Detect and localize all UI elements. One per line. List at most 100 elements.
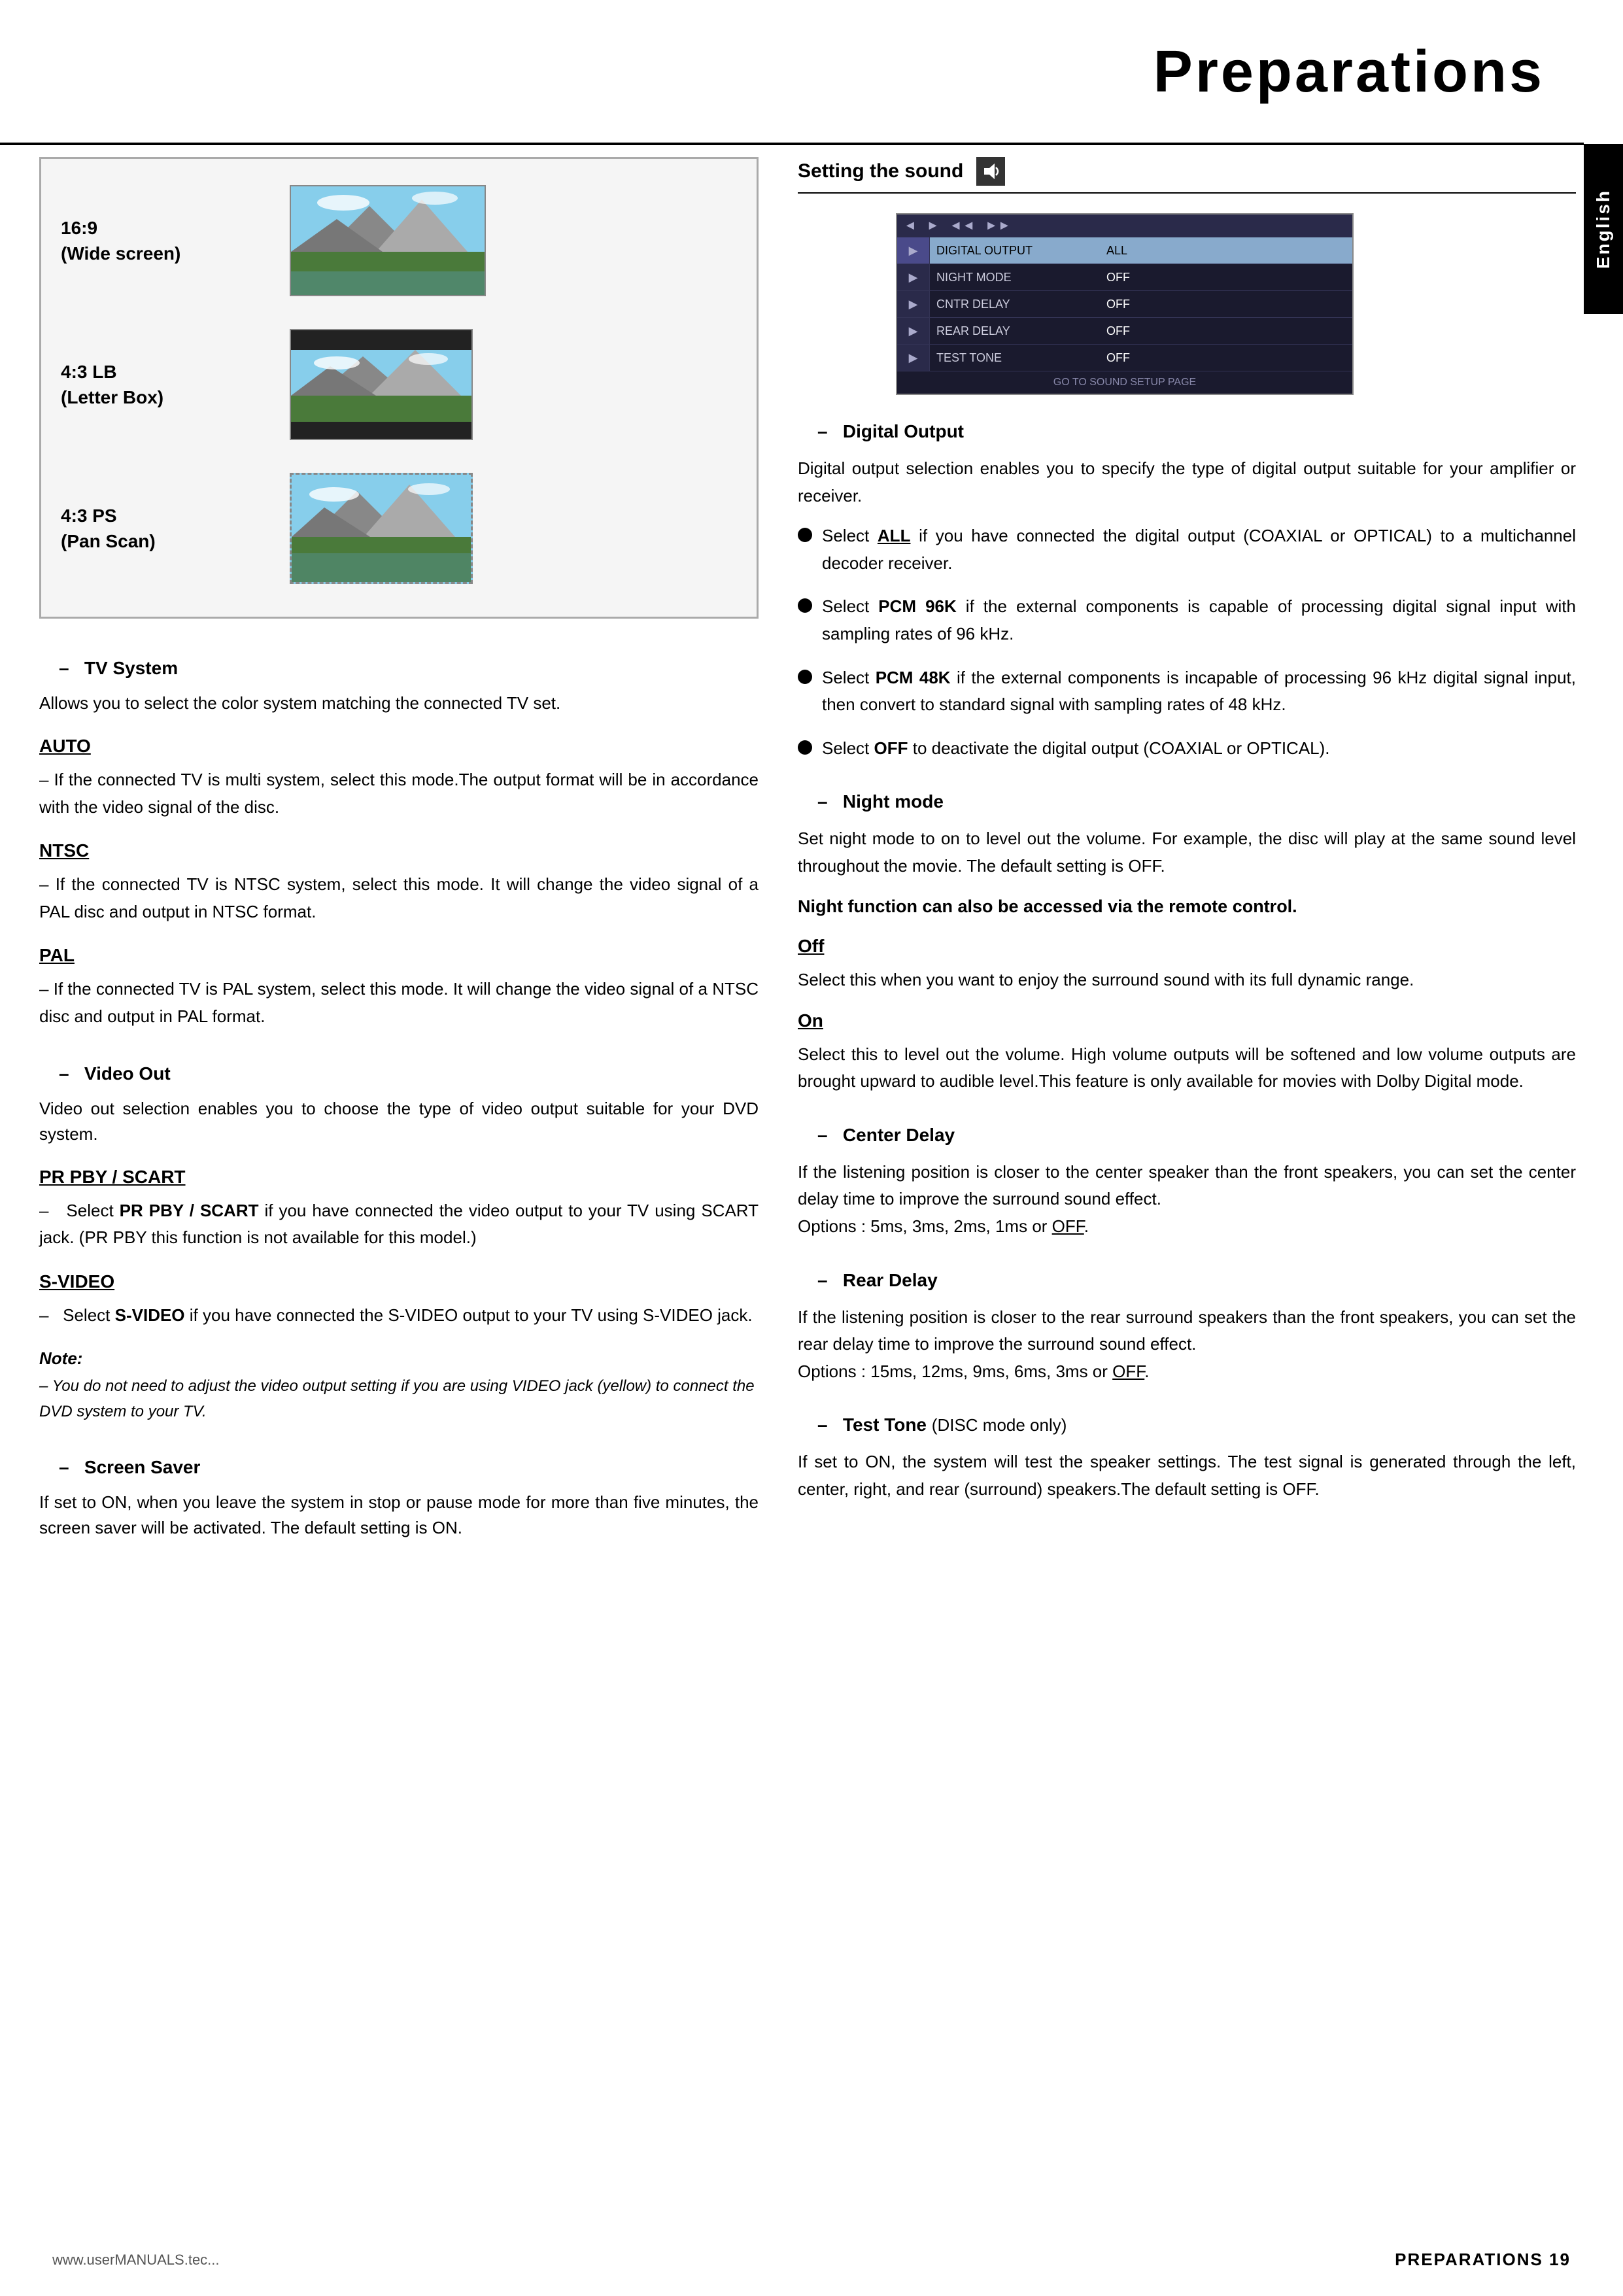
osd-value-3: OFF xyxy=(1100,319,1136,343)
video-out-title: – Video Out xyxy=(39,1063,759,1084)
osd-nav-back: ◄ xyxy=(904,218,917,233)
ntsc-title: NTSC xyxy=(39,840,759,861)
osd-label-1: NIGHT MODE xyxy=(930,266,1100,290)
pal-title: PAL xyxy=(39,945,759,966)
speaker-svg xyxy=(982,162,1000,180)
auto-title: AUTO xyxy=(39,736,759,757)
page-title: Preparations xyxy=(1153,39,1623,106)
digital-output-bullets: Select ALL if you have connected the dig… xyxy=(798,523,1576,762)
osd-screenshot: ◄ ► ◄◄ ►► ▶ DIGITAL OUTPUT ALL ▶ NIGHT M… xyxy=(896,213,1354,395)
osd-nav-prev: ◄◄ xyxy=(949,218,976,233)
note-section: Note: – You do not need to adjust the vi… xyxy=(39,1348,759,1424)
digital-output-intro: Digital output selection enables you to … xyxy=(798,455,1576,509)
osd-row-4: ▶ TEST TONE OFF xyxy=(897,345,1352,371)
test-tone-section: – Test Tone (DISC mode only) If set to O… xyxy=(798,1414,1576,1503)
night-on-text: Select this to level out the volume. Hig… xyxy=(798,1041,1576,1095)
osd-row-2: ▶ CNTR DELAY OFF xyxy=(897,291,1352,318)
auto-text: – If the connected TV is multi system, s… xyxy=(39,766,759,821)
test-tone-title: – Test Tone (DISC mode only) xyxy=(798,1414,1576,1435)
night-off-text: Select this when you want to enjoy the s… xyxy=(798,967,1576,994)
digital-output-title: – Digital Output xyxy=(798,421,1576,442)
center-delay-text: If the listening position is closer to t… xyxy=(798,1159,1576,1241)
aspect-item-169: 16:9 (Wide screen) xyxy=(61,185,737,296)
aspect-image-169 xyxy=(290,185,486,296)
tv-system-body: Allows you to select the color system ma… xyxy=(39,691,759,716)
aspect-item-43ps: 4:3 PS (Pan Scan) xyxy=(61,473,737,584)
bullet-2: Select PCM 48K if the external component… xyxy=(798,664,1576,719)
bullet-text-2: Select PCM 48K if the external component… xyxy=(822,664,1576,719)
rear-delay-title: – Rear Delay xyxy=(798,1270,1576,1291)
osd-row-3: ▶ REAR DELAY OFF xyxy=(897,318,1352,345)
bullet-1: Select PCM 96K if the external component… xyxy=(798,593,1576,647)
osd-row-icon-4: ▶ xyxy=(897,345,930,371)
bullet-dot-1 xyxy=(798,598,812,613)
aspect-label-169: 16:9 (Wide screen) xyxy=(61,215,290,266)
bullet-dot-3 xyxy=(798,740,812,755)
osd-label-3: REAR DELAY xyxy=(930,319,1100,343)
note-text: – You do not need to adjust the video ou… xyxy=(39,1374,759,1424)
osd-nav-forward: ► xyxy=(927,218,940,233)
center-delay-title: – Center Delay xyxy=(798,1125,1576,1146)
page-header: Preparations xyxy=(0,0,1623,144)
osd-row-1: ▶ NIGHT MODE OFF xyxy=(897,264,1352,291)
bullet-text-3: Select OFF to deactivate the digital out… xyxy=(822,735,1576,762)
mountain-svg-169 xyxy=(291,186,486,296)
night-mode-title: – Night mode xyxy=(798,791,1576,812)
svideo-title: S-VIDEO xyxy=(39,1271,759,1292)
aspect-item-43lb: 4:3 LB (Letter Box) xyxy=(61,329,737,440)
language-tab-label: English xyxy=(1593,189,1614,269)
header-rule xyxy=(0,143,1584,145)
osd-value-1: OFF xyxy=(1100,266,1136,290)
bullet-text-1: Select PCM 96K if the external component… xyxy=(822,593,1576,647)
bullet-text-0: Select ALL if you have connected the dig… xyxy=(822,523,1576,577)
osd-value-2: OFF xyxy=(1100,292,1136,317)
screen-saver-title: – Screen Saver xyxy=(39,1457,759,1478)
osd-label-2: CNTR DELAY xyxy=(930,292,1100,317)
sound-header-text: Setting the sound xyxy=(798,160,963,182)
mountain-svg-43ps xyxy=(292,475,472,582)
osd-footer: GO TO SOUND SETUP PAGE xyxy=(897,371,1352,394)
test-tone-text: If set to ON, the system will test the s… xyxy=(798,1448,1576,1503)
page-footer: www.userMANUALS.tec... PREPARATIONS 19 xyxy=(0,2250,1623,2270)
osd-row-icon-0: ▶ xyxy=(897,237,930,264)
prpby-title: PR PBY / SCART xyxy=(39,1167,759,1188)
footer-page: PREPARATIONS 19 xyxy=(1395,2250,1571,2270)
rear-delay-section: – Rear Delay If the listening position i… xyxy=(798,1270,1576,1386)
osd-value-0: ALL xyxy=(1100,239,1134,263)
night-mode-bold-note: Night function can also be accessed via … xyxy=(798,893,1576,920)
aspect-image-43ps xyxy=(290,473,473,584)
bullet-dot-2 xyxy=(798,670,812,684)
svideo-text: – Select S-VIDEO if you have connected t… xyxy=(39,1302,759,1329)
night-off-title: Off xyxy=(798,936,1576,957)
rear-delay-text: If the listening position is closer to t… xyxy=(798,1304,1576,1386)
sound-header: Setting the sound xyxy=(798,157,1576,194)
osd-row-icon-3: ▶ xyxy=(897,318,930,344)
right-column: Setting the sound ◄ ► ◄◄ ►► ▶ DIGITAL OU… xyxy=(798,157,1576,1533)
video-out-body: Video out selection enables you to choos… xyxy=(39,1096,759,1147)
prpby-text: – Select PR PBY / SCART if you have conn… xyxy=(39,1197,759,1252)
ntsc-text: – If the connected TV is NTSC system, se… xyxy=(39,871,759,925)
bullet-dot-0 xyxy=(798,528,812,542)
osd-row-0: ▶ DIGITAL OUTPUT ALL xyxy=(897,237,1352,264)
aspect-label-43ps: 4:3 PS (Pan Scan) xyxy=(61,503,290,554)
aspect-label-43lb: 4:3 LB (Letter Box) xyxy=(61,359,290,410)
bullet-3: Select OFF to deactivate the digital out… xyxy=(798,735,1576,762)
footer-url: www.userMANUALS.tec... xyxy=(52,2252,220,2269)
video-out-section: – Video Out Video out selection enables … xyxy=(39,1063,759,1425)
bullet-0: Select ALL if you have connected the dig… xyxy=(798,523,1576,577)
sound-icon xyxy=(976,157,1005,186)
aspect-ratio-box: 16:9 (Wide screen) xyxy=(39,157,759,619)
mountain-svg-43lb xyxy=(291,330,473,440)
osd-row-icon-2: ▶ xyxy=(897,291,930,317)
osd-label-0: DIGITAL OUTPUT xyxy=(930,239,1100,263)
osd-label-4: TEST TONE xyxy=(930,346,1100,370)
screen-saver-body: If set to ON, when you leave the system … xyxy=(39,1490,759,1541)
night-mode-intro: Set night mode to on to level out the vo… xyxy=(798,825,1576,880)
note-title: Note: xyxy=(39,1348,759,1369)
night-on-title: On xyxy=(798,1010,1576,1031)
osd-value-4: OFF xyxy=(1100,346,1136,370)
tv-system-section: – TV System Allows you to select the col… xyxy=(39,658,759,1031)
screen-saver-section: – Screen Saver If set to ON, when you le… xyxy=(39,1457,759,1541)
osd-row-icon-1: ▶ xyxy=(897,264,930,290)
language-tab: English xyxy=(1584,144,1623,314)
